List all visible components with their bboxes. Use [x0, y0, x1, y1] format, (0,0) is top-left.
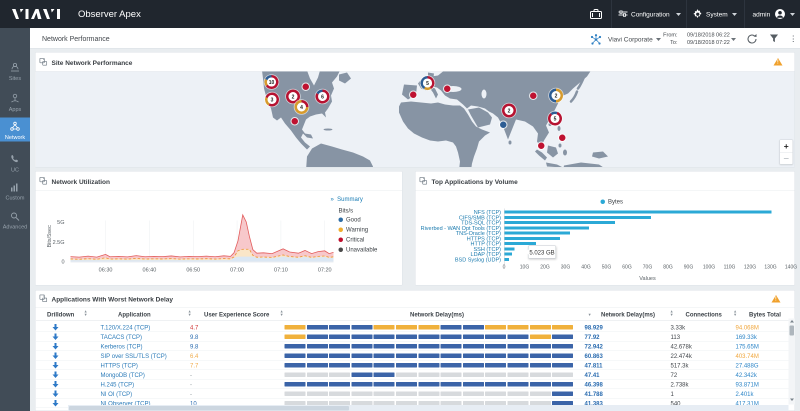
svg-text:5: 5: [426, 81, 429, 87]
svg-text:07:10: 07:10: [274, 268, 288, 274]
svg-text:06:50: 06:50: [186, 268, 200, 274]
svg-text:4: 4: [300, 105, 303, 111]
svg-text:2: 2: [508, 109, 511, 115]
svg-text:2.5G: 2.5G: [53, 240, 65, 246]
svg-text:2: 2: [555, 94, 558, 100]
svg-text:07:00: 07:00: [230, 268, 244, 274]
svg-text:07:20: 07:20: [318, 268, 332, 274]
svg-text:10: 10: [269, 80, 275, 86]
svg-text:5: 5: [554, 117, 557, 123]
svg-text:06:40: 06:40: [143, 268, 157, 274]
svg-text:3: 3: [271, 98, 274, 104]
svg-text:5G: 5G: [57, 220, 64, 226]
svg-text:0: 0: [61, 260, 64, 266]
svg-text:06:30: 06:30: [99, 268, 113, 274]
svg-text:6: 6: [321, 95, 324, 101]
